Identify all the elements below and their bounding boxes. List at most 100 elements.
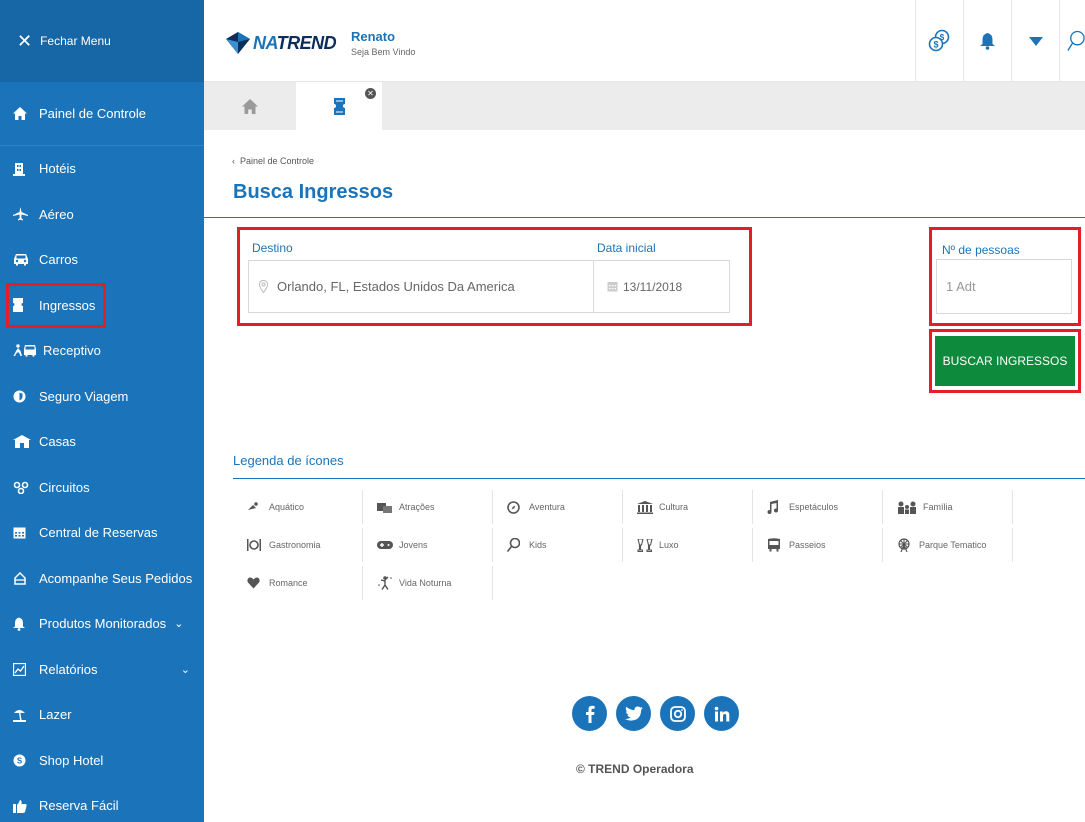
sidebar-item-lazer[interactable]: Lazer <box>0 692 204 738</box>
legend-label: Romance <box>269 578 308 588</box>
orders-icon <box>13 571 35 585</box>
legend-item-aquatico: Aquático <box>233 490 363 524</box>
close-icon: ✕ <box>17 31 33 51</box>
shield-icon <box>13 390 35 403</box>
legend-title: Legenda de ícones <box>233 453 344 468</box>
chevron-left-icon: ‹ <box>232 156 235 166</box>
sidebar-item-carros[interactable]: Carros <box>0 237 204 283</box>
sidebar-item-acompanhe-pedidos[interactable]: Acompanhe Seus Pedidos <box>0 556 204 602</box>
sidebar-item-hoteis[interactable]: Hotéis <box>0 146 204 192</box>
gamepad-icon <box>377 540 395 550</box>
home-icon <box>242 98 258 114</box>
legend-item-familia: Família <box>883 490 1013 524</box>
ferris-wheel-icon <box>897 538 915 552</box>
sidebar-item-label: Relatórios <box>39 661 98 677</box>
sidebar-item-relatorios[interactable]: Relatórios ⌄ <box>0 647 204 693</box>
beach-icon <box>13 708 35 722</box>
notifications-button[interactable] <box>963 0 1011 82</box>
sidebar-item-label: Seguro Viagem <box>39 388 129 404</box>
sidebar-item-label: Central de Reservas <box>39 525 158 541</box>
title-divider <box>204 217 1085 218</box>
sidebar-item-circuitos[interactable]: Circuitos <box>0 465 204 511</box>
legend-item-romance: Romance <box>233 566 363 600</box>
legend-label: Passeios <box>789 540 826 550</box>
chevron-down-icon: ⌄ <box>180 663 190 676</box>
sidebar-item-painel[interactable]: Painel de Controle <box>0 82 204 146</box>
legend-item-vida-noturna: Vida Noturna <box>363 566 493 600</box>
sidebar-item-shop-hotel[interactable]: S Shop Hotel <box>0 738 204 784</box>
search-button[interactable] <box>1059 0 1085 82</box>
breadcrumb[interactable]: ‹ Painel de Controle <box>232 156 314 166</box>
pessoas-label: Nº de pessoas <box>942 243 1020 257</box>
legend-label: Jovens <box>399 540 428 550</box>
brand-logo[interactable]: NATREND <box>226 32 337 54</box>
destino-value: Orlando, FL, Estados Unidos Da America <box>277 279 515 294</box>
sidebar-item-aereo[interactable]: Aéreo <box>0 192 204 238</box>
family-icon <box>897 501 919 514</box>
hotel-icon <box>13 162 35 176</box>
tab-bar: ✕ <box>204 82 1085 130</box>
sidebar-item-label: Reserva Fácil <box>39 798 119 814</box>
shop-icon: S <box>13 754 35 767</box>
bell-icon <box>13 617 35 631</box>
sidebar-item-label: Receptivo <box>43 343 101 359</box>
twitter-icon[interactable] <box>616 696 651 731</box>
legend-item-parque-tematico: Parque Tematico <box>883 528 1013 562</box>
calendar-icon <box>13 526 35 539</box>
linkedin-icon[interactable] <box>704 696 739 731</box>
dancer-icon <box>377 576 395 590</box>
breadcrumb-label: Painel de Controle <box>240 156 315 166</box>
museum-icon <box>637 500 655 514</box>
legend-item-luxo: Luxo <box>623 528 753 562</box>
chart-icon <box>13 662 35 676</box>
bus-icon <box>767 538 785 552</box>
sidebar-item-reserva-facil[interactable]: Reserva Fácil <box>0 783 204 822</box>
logo-mark-icon <box>226 32 250 54</box>
tab-home[interactable] <box>204 82 296 130</box>
ticket-icon <box>13 298 35 313</box>
legend-divider <box>233 478 1085 479</box>
facebook-icon[interactable] <box>572 696 607 731</box>
header-actions: $ $ <box>915 0 1085 82</box>
plane-icon <box>13 207 35 221</box>
legend-item-jovens: Jovens <box>363 528 493 562</box>
buscar-ingressos-button[interactable]: BUSCAR INGRESSOS <box>935 336 1075 386</box>
sidebar-item-casas[interactable]: Casas <box>0 419 204 465</box>
chevron-down-icon: ⌄ <box>174 618 184 631</box>
sidebar-item-label: Ingressos <box>39 297 96 313</box>
sidebar-item-label: Lazer <box>39 707 72 723</box>
close-menu-button[interactable]: ✕ Fechar Menu <box>0 0 204 82</box>
sidebar-item-seguro-viagem[interactable]: Seguro Viagem <box>0 374 204 420</box>
sidebar-item-ingressos[interactable]: Ingressos <box>6 282 106 328</box>
pessoas-input[interactable]: 1 Adt <box>936 259 1072 314</box>
ticket-icon <box>333 97 345 115</box>
champagne-icon <box>637 538 655 552</box>
car-icon <box>13 253 35 266</box>
legend-label: Luxo <box>659 540 679 550</box>
tab-close-icon[interactable]: ✕ <box>365 88 376 99</box>
sidebar-item-produtos-monitorados[interactable]: Produtos Monitorados ⌄ <box>0 601 204 647</box>
legend-label: Família <box>923 502 953 512</box>
user-info: Renato Seja Bem Vindo <box>351 29 415 57</box>
legend-item-cultura: Cultura <box>623 490 753 524</box>
instagram-icon[interactable] <box>660 696 695 731</box>
copyright: © TREND Operadora <box>576 762 694 776</box>
legend-label: Cultura <box>659 502 689 512</box>
music-note-icon <box>767 500 785 514</box>
sidebar-item-receptivo[interactable]: Receptivo <box>0 328 204 374</box>
tab-ingressos[interactable]: ✕ <box>296 82 382 130</box>
calendar-icon <box>607 282 618 292</box>
caret-down-icon <box>1028 36 1043 46</box>
currency-button[interactable]: $ $ <box>915 0 963 82</box>
legend-item-kids: Kids <box>493 528 623 562</box>
user-dropdown-button[interactable] <box>1011 0 1059 82</box>
dining-icon <box>247 539 265 551</box>
legend-label: Aquático <box>269 502 305 512</box>
social-links <box>572 696 739 731</box>
sidebar-item-central-reservas[interactable]: Central de Reservas <box>0 510 204 556</box>
destino-input[interactable]: Orlando, FL, Estados Unidos Da America <box>248 260 594 313</box>
search-icon <box>1067 30 1085 51</box>
legend-item-passeios: Passeios <box>753 528 883 562</box>
data-inicial-input[interactable]: 13/11/2018 <box>593 260 730 313</box>
pessoas-value: 1 Adt <box>946 279 976 294</box>
